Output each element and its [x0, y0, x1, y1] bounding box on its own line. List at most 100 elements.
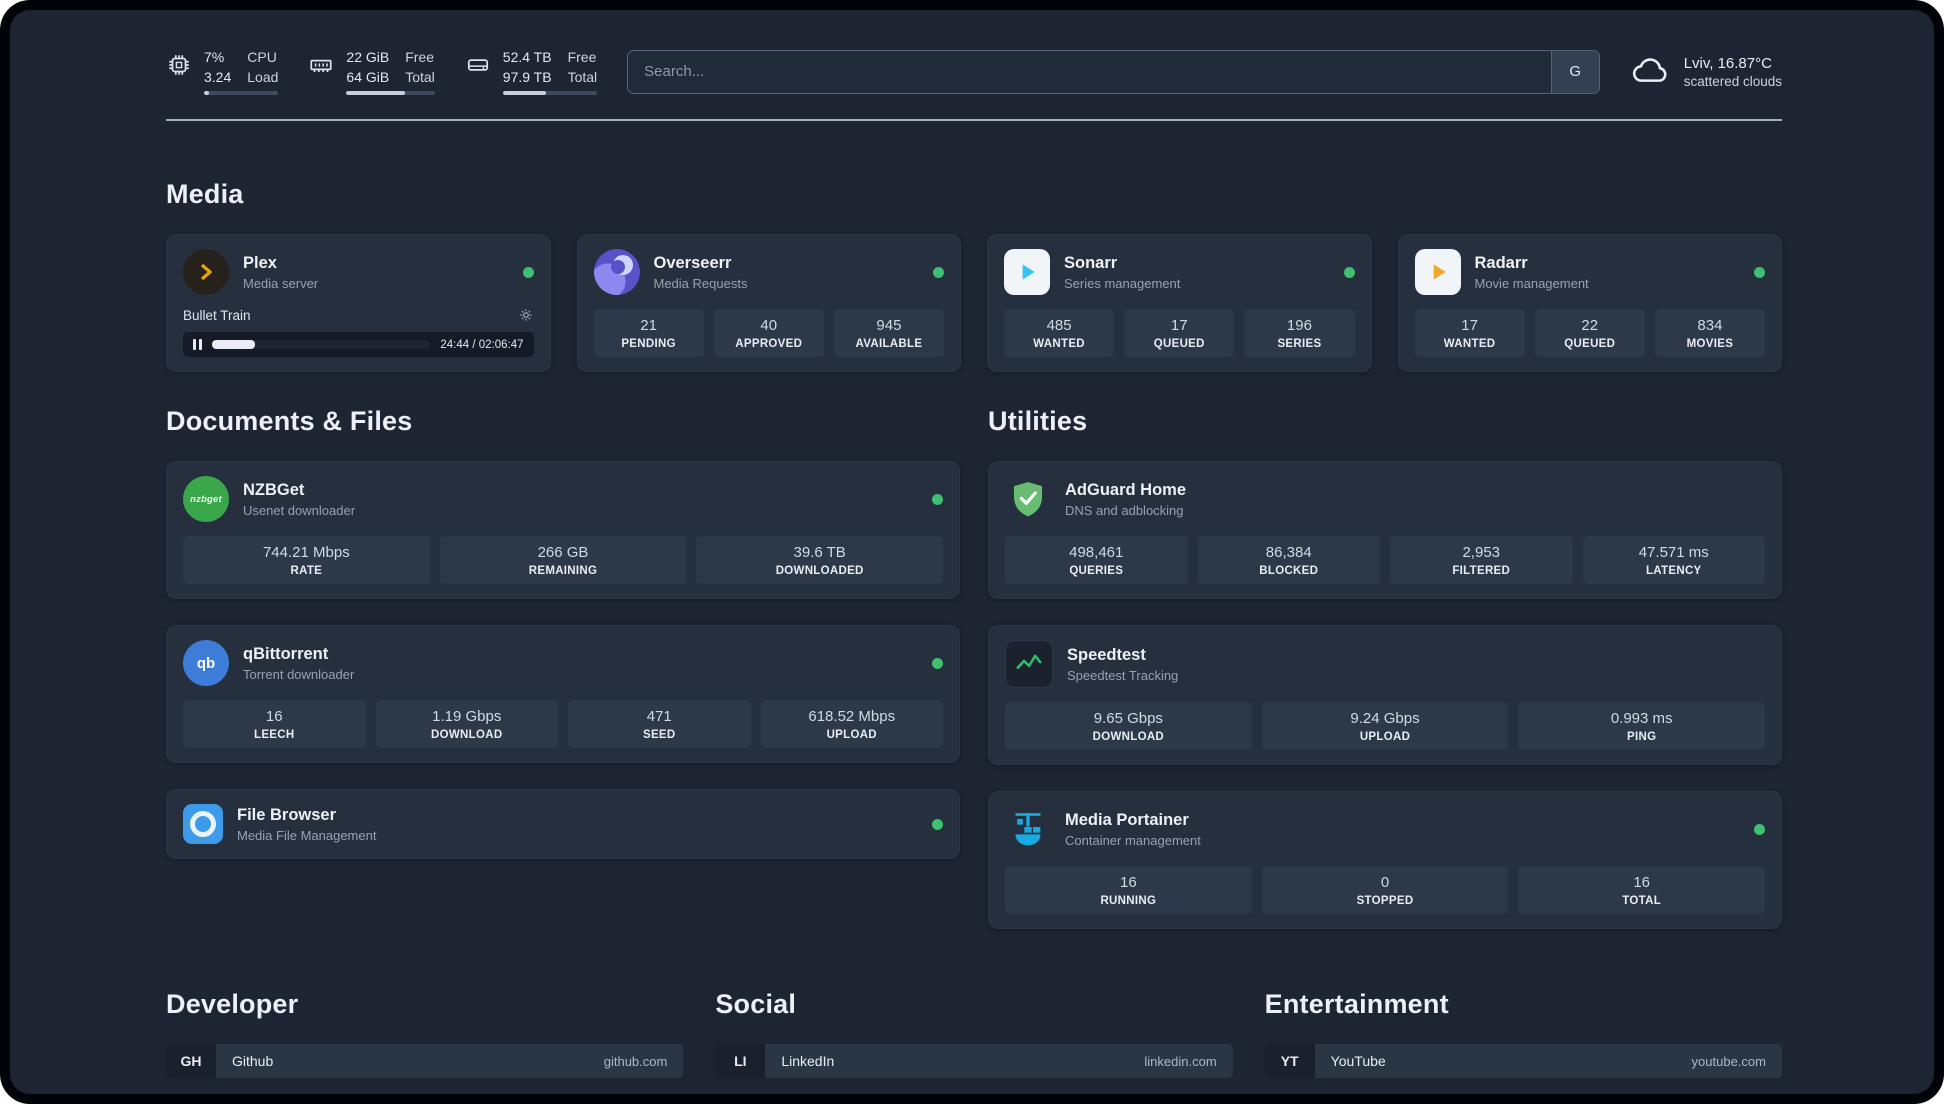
app-name: File Browser: [237, 805, 337, 824]
cpu-icon: [166, 52, 192, 83]
app-name: Plex: [243, 253, 277, 272]
seek-progress: [212, 340, 255, 350]
status-dot: [932, 818, 943, 830]
status-dot: [1343, 266, 1355, 278]
stat-queued: 17 QUEUED: [1124, 309, 1235, 358]
topbar: 7% 3.24 CPU Load 22 GiB 64 GiB Free Tota…: [166, 48, 1782, 96]
app-card-adguard[interactable]: AdGuard Home DNS and adblocking 498,461 …: [988, 461, 1782, 600]
section-utilities: Utilities AdGuard Home DNS and adblockin…: [988, 372, 1782, 930]
memory-free-value: 22 GiB: [346, 49, 390, 65]
link-name: Github: [232, 1053, 274, 1070]
app-subtitle: Media server: [243, 275, 319, 291]
disk-free-label: Free: [567, 49, 597, 65]
app-subtitle: Usenet downloader: [243, 502, 356, 518]
speedtest-icon: [1005, 640, 1053, 689]
app-card-nzbget[interactable]: nzbget NZBGet Usenet downloader 744.21 M…: [166, 461, 960, 600]
memory-total-label: Total: [405, 69, 435, 86]
stat-remaining: 266 GB REMAINING: [439, 536, 687, 585]
app-card-overseerr[interactable]: Overseerr Media Requests 21 PENDING 40 A…: [576, 234, 961, 373]
stat-rate: 744.21 Mbps RATE: [183, 536, 430, 585]
link-youtube[interactable]: YT YouTube youtube.com: [1264, 1044, 1782, 1079]
disk-total-value: 97.9 TB: [502, 69, 552, 86]
memory-total-value: 64 GiB: [346, 69, 390, 86]
app-card-radarr[interactable]: Radarr Movie management 17 WANTED 22 QUE…: [1397, 234, 1782, 373]
seek-bar[interactable]: [212, 340, 431, 350]
section-social: Social LI LinkedIn linkedin.com TW Twitt…: [715, 929, 1233, 1094]
stat-approved: 40 APPROVED: [713, 309, 824, 358]
section-developer: Developer GH Github github.com SO StackO…: [166, 929, 684, 1094]
app-subtitle: Container management: [1065, 832, 1201, 848]
stat-available: 945 AVAILABLE: [833, 309, 945, 358]
stat-ping: 0.993 ms PING: [1518, 702, 1766, 751]
app-card-sonarr[interactable]: Sonarr Series management 485 WANTED 17 Q…: [987, 234, 1372, 373]
cpu-label: CPU: [247, 49, 277, 65]
stat-series: 196 SERIES: [1244, 309, 1355, 358]
sonarr-icon: [1004, 249, 1050, 296]
cpu-load-value: 3.24: [204, 69, 232, 86]
playback-time: 24:44 / 02:06:47: [440, 338, 524, 351]
app-subtitle: Torrent downloader: [243, 666, 355, 682]
app-name: NZBGet: [243, 480, 305, 499]
search-engine-button[interactable]: G: [1550, 50, 1599, 93]
cpu-load-label: Load: [247, 69, 279, 86]
status-dot: [1754, 266, 1765, 278]
app-name: Media Portainer: [1065, 810, 1189, 829]
app-subtitle: Media File Management: [237, 827, 377, 843]
link-url: linkedin.com: [1144, 1053, 1217, 1069]
app-window: 7% 3.24 CPU Load 22 GiB 64 GiB Free Tota…: [0, 0, 1944, 1104]
app-card-qbittorrent[interactable]: qb qBittorrent Torrent downloader 16 LEE…: [166, 625, 960, 764]
stat-latency: 47.571 ms LATENCY: [1582, 536, 1765, 585]
stat-wanted: 17 WANTED: [1414, 309, 1525, 358]
link-url: github.com: [603, 1053, 668, 1069]
entertainment-section-title: Entertainment: [1264, 989, 1449, 1020]
link-abbrev: GH: [166, 1044, 216, 1079]
memory-icon: [308, 52, 334, 83]
nzbget-icon: nzbget: [183, 476, 229, 523]
search-bar[interactable]: G: [627, 49, 1600, 94]
link-abbrev: YT: [1264, 1044, 1315, 1079]
stat-stopped: 0 STOPPED: [1261, 866, 1509, 915]
app-card-speedtest[interactable]: Speedtest Speedtest Tracking 9.65 Gbps D…: [988, 625, 1782, 766]
app-subtitle: Series management: [1064, 275, 1181, 291]
link-linkedin[interactable]: LI LinkedIn linkedin.com: [715, 1044, 1233, 1079]
stat-seed: 471 SEED: [568, 700, 751, 749]
section-documents: Documents & Files nzbget NZBGet Usenet d…: [166, 372, 960, 860]
link-name: LinkedIn: [781, 1053, 835, 1070]
link-url: youtube.com: [1691, 1053, 1766, 1069]
stat-running: 16 RUNNING: [1005, 866, 1252, 915]
cpu-progress-fill: [204, 91, 210, 96]
dashboard: 7% 3.24 CPU Load 22 GiB 64 GiB Free Tota…: [10, 10, 1934, 1094]
gear-icon[interactable]: [518, 307, 534, 323]
app-subtitle: Media Requests: [653, 275, 748, 291]
pause-icon[interactable]: [193, 339, 202, 351]
stat-download: 1.19 Gbps DOWNLOAD: [375, 700, 558, 749]
stat-queued: 22 QUEUED: [1534, 309, 1645, 358]
playback-bar[interactable]: 24:44 / 02:06:47: [183, 332, 534, 358]
app-name: Sonarr: [1064, 253, 1118, 272]
stat-total: 16 TOTAL: [1518, 866, 1766, 915]
weather-location: Lviv, 16.87°C: [1683, 54, 1772, 72]
stat-movies: 834 MOVIES: [1654, 309, 1766, 358]
media-section-title: Media: [166, 179, 244, 210]
stat-upload: 9.24 Gbps UPLOAD: [1261, 702, 1509, 751]
stat-blocked: 86,384 BLOCKED: [1197, 536, 1380, 585]
search-input[interactable]: [628, 50, 1551, 93]
app-subtitle: Speedtest Tracking: [1067, 667, 1179, 683]
system-widgets: 7% 3.24 CPU Load 22 GiB 64 GiB Free Tota…: [166, 48, 598, 96]
app-card-portainer[interactable]: Media Portainer Container management 16 …: [988, 791, 1782, 930]
app-card-plex[interactable]: Plex Media server Bullet Train 24:44 / 0…: [166, 234, 551, 373]
disk-widget: 52.4 TB 97.9 TB Free Total: [465, 48, 598, 96]
memory-progressbar: [346, 91, 435, 96]
cloud-icon: [1630, 52, 1672, 91]
cpu-usage-value: 7%: [204, 49, 225, 65]
plex-icon: [183, 249, 229, 296]
stat-leech: 16 LEECH: [183, 700, 366, 749]
stat-downloaded: 39.6 TB DOWNLOADED: [696, 536, 944, 585]
adguard-icon: [1005, 476, 1051, 522]
disk-progressbar: [502, 91, 598, 96]
utilities-section-title: Utilities: [988, 406, 1088, 437]
status-dot: [1754, 823, 1765, 835]
app-card-filebrowser[interactable]: File Browser Media File Management: [166, 789, 960, 860]
status-dot: [932, 493, 943, 505]
link-github[interactable]: GH Github github.com: [166, 1044, 684, 1079]
